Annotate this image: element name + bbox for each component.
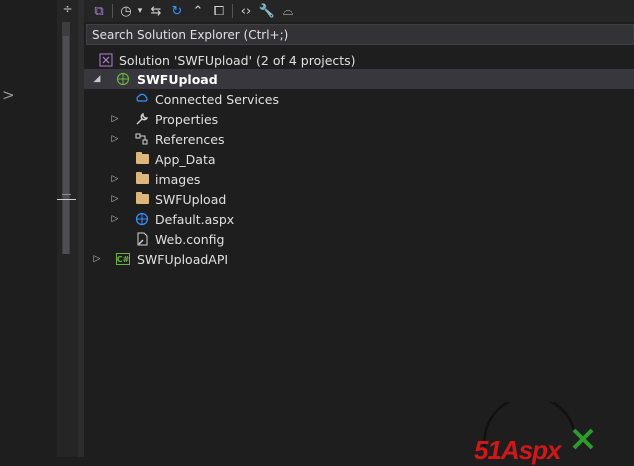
- tree-node-properties[interactable]: ▷ Properties: [84, 109, 634, 129]
- expand-arrow-icon[interactable]: ▷: [110, 189, 120, 209]
- properties-wrench-icon[interactable]: 🔧: [258, 2, 276, 20]
- tree-node-solution[interactable]: Solution 'SWFUpload' (2 of 4 projects): [84, 50, 634, 70]
- tree-node-label: References: [155, 131, 225, 147]
- watermark-text: 51Aspx: [474, 435, 561, 465]
- tree-node-project-swfupload[interactable]: ◢ SWFUpload: [84, 69, 634, 89]
- vertical-scroll-gutter[interactable]: ÷: [57, 0, 78, 457]
- solution-icon: [98, 52, 114, 68]
- toolbar-separator: [112, 4, 113, 18]
- tree-node-label: SWFUpload: [137, 71, 218, 87]
- solution-explorer-toolbar: ⧉ ◷ ▾ ⇆ ↻ ⌃ ⧠ ‹› 🔧 ⌓: [84, 0, 634, 22]
- preview-selected-items-icon[interactable]: ⌓: [279, 2, 297, 20]
- scroll-position-line: [57, 199, 76, 200]
- folder-icon: [134, 151, 150, 167]
- left-editor-pane: >: [0, 0, 57, 457]
- expand-arrow-icon[interactable]: ▷: [92, 249, 102, 269]
- view-code-icon[interactable]: ‹›: [237, 2, 255, 20]
- sync-with-active-document-icon[interactable]: ⇆: [147, 2, 165, 20]
- tree-node-connected-services[interactable]: Connected Services: [84, 89, 634, 109]
- dropdown-chevron-icon[interactable]: ▾: [136, 2, 144, 20]
- watermark-logo: 51Aspx: [474, 402, 604, 465]
- tree-node-label: Solution 'SWFUpload' (2 of 4 projects): [119, 52, 356, 68]
- scroll-position-marker: [62, 194, 71, 195]
- properties-wrench-icon: [134, 111, 150, 127]
- web-page-globe-icon: [134, 211, 150, 227]
- vs-switch-views-icon[interactable]: ⧉: [90, 2, 108, 20]
- expand-pane-chevron-icon[interactable]: >: [2, 86, 15, 104]
- expand-arrow-icon[interactable]: ▷: [110, 109, 120, 129]
- tree-node-label: Connected Services: [155, 91, 279, 107]
- collapse-all-icon[interactable]: ⌃: [189, 2, 207, 20]
- tree-node-swfupload-folder[interactable]: ▷ SWFUpload: [84, 189, 634, 209]
- expand-arrow-icon[interactable]: ▷: [110, 209, 120, 229]
- tree-node-label: SWFUpload: [155, 191, 227, 207]
- show-all-files-icon[interactable]: ⧠: [210, 2, 228, 20]
- expand-arrow-icon[interactable]: ▷: [110, 169, 120, 189]
- folder-icon: [134, 191, 150, 207]
- collapse-arrow-icon[interactable]: ◢: [92, 69, 102, 89]
- solution-explorer-panel: ⧉ ◷ ▾ ⇆ ↻ ⌃ ⧠ ‹› 🔧 ⌓ Search Solution Exp…: [84, 0, 634, 465]
- tree-node-label: images: [155, 171, 201, 187]
- config-file-icon: [134, 231, 150, 247]
- tree-node-web-config[interactable]: Web.config: [84, 229, 634, 249]
- search-placeholder: Search Solution Explorer (Ctrl+;): [92, 27, 289, 42]
- split-handle-icon[interactable]: ÷: [57, 0, 78, 17]
- tree-node-default-aspx[interactable]: ▷ Default.aspx: [84, 209, 634, 229]
- references-icon: [134, 131, 150, 147]
- connected-services-icon: [134, 91, 150, 107]
- tree-node-label: Default.aspx: [155, 211, 235, 227]
- search-solution-explorer-input[interactable]: Search Solution Explorer (Ctrl+;): [86, 24, 634, 45]
- toolbar-separator: [232, 4, 233, 18]
- csharp-project-icon: C#: [116, 253, 130, 265]
- tree-node-images[interactable]: ▷ images: [84, 169, 634, 189]
- pending-changes-filter-icon[interactable]: ◷: [117, 2, 135, 20]
- tree-node-label: Web.config: [155, 231, 225, 247]
- tree-node-label: App_Data: [155, 151, 216, 167]
- web-project-globe-icon: [115, 71, 131, 87]
- tree-node-label: SWFUploadAPI: [137, 251, 229, 267]
- refresh-icon[interactable]: ↻: [168, 2, 186, 20]
- tree-node-project-swfuploadapi[interactable]: ▷ C# SWFUploadAPI: [84, 249, 634, 269]
- scrollbar-thumb[interactable]: [63, 36, 69, 254]
- tree-node-label: Properties: [155, 111, 219, 127]
- expand-arrow-icon[interactable]: ▷: [110, 129, 120, 149]
- tree-node-references[interactable]: ▷ References: [84, 129, 634, 149]
- folder-icon: [134, 171, 150, 187]
- tree-node-app-data[interactable]: App_Data: [84, 149, 634, 169]
